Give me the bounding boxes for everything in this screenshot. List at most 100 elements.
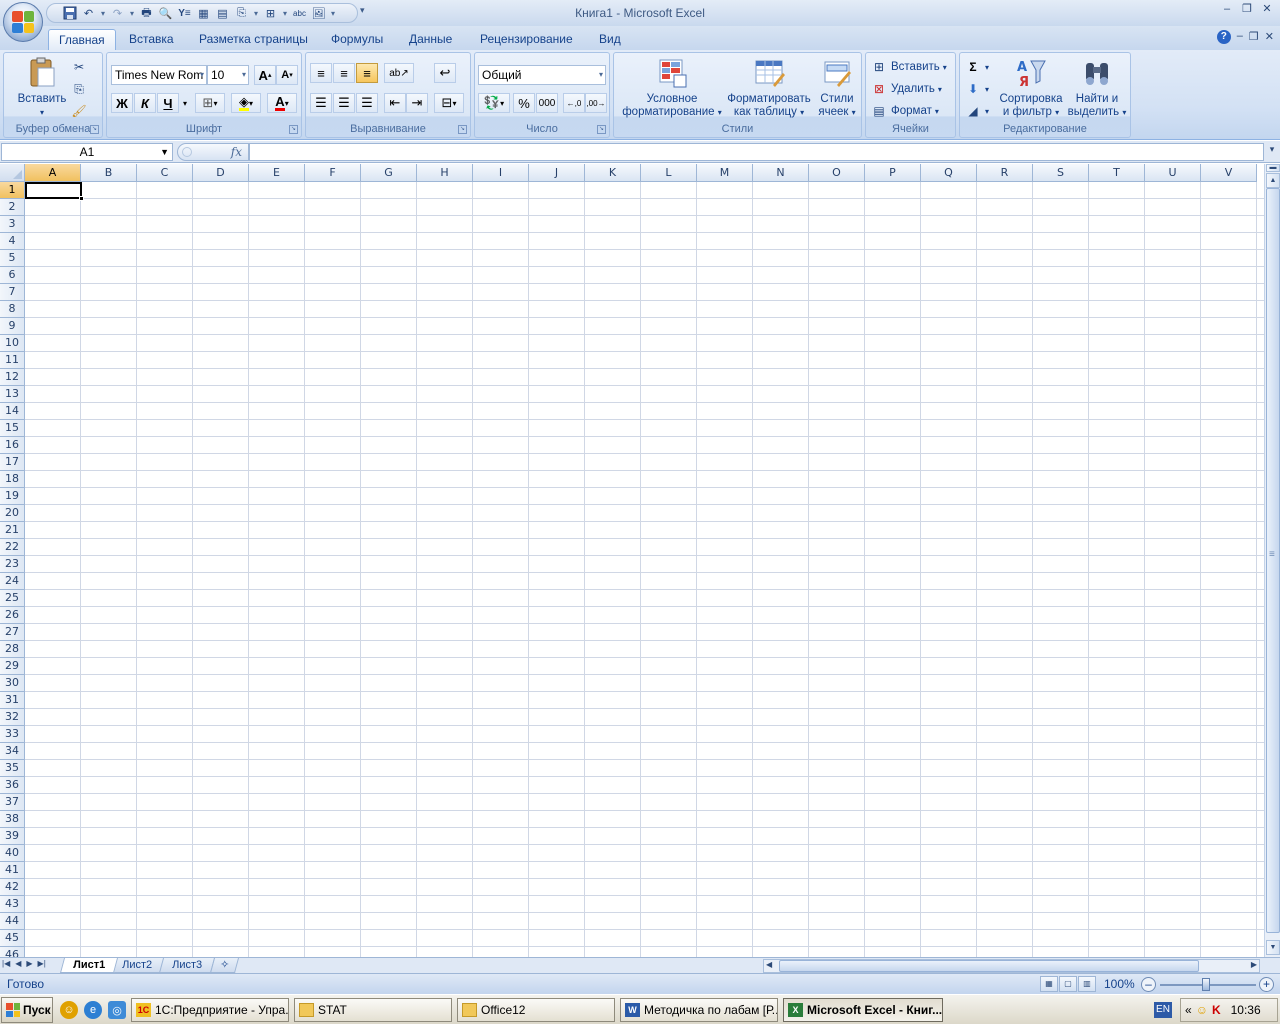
prev-sheet-icon[interactable]: ◀ — [15, 959, 21, 968]
language-indicator[interactable]: EN — [1154, 1002, 1172, 1018]
column-header[interactable]: F — [305, 164, 361, 182]
row-header[interactable]: 43 — [0, 896, 25, 913]
font-color-button[interactable]: A ▾ — [267, 93, 297, 113]
messenger-icon[interactable]: ☺ — [60, 1001, 78, 1019]
clear-dropdown-icon[interactable]: ▾ — [985, 107, 989, 116]
name-box[interactable]: A1 ▼ — [1, 143, 173, 161]
name-box-dropdown-icon[interactable]: ▼ — [160, 144, 169, 160]
autosum-dropdown-icon[interactable]: ▾ — [985, 63, 989, 72]
row-header[interactable]: 7 — [0, 284, 25, 301]
tab-insert[interactable]: Вставка — [119, 29, 184, 50]
bold-button[interactable]: Ж — [111, 93, 133, 113]
row-header[interactable]: 23 — [0, 556, 25, 573]
zoom-out-icon[interactable]: – — [1141, 977, 1156, 992]
column-header[interactable]: L — [641, 164, 697, 182]
row-header[interactable]: 38 — [0, 811, 25, 828]
percent-button[interactable]: % — [513, 93, 535, 113]
clear-button[interactable]: ◢ ▾ — [964, 101, 989, 121]
column-header[interactable]: E — [249, 164, 305, 182]
row-header[interactable]: 39 — [0, 828, 25, 845]
find-select-button[interactable]: Найти и выделить ▾ — [1066, 57, 1128, 119]
close-button[interactable]: ✕ — [1258, 2, 1276, 18]
fill-color-button[interactable]: ◈ ▾ — [231, 93, 261, 113]
zoom-in-icon[interactable]: + — [1259, 977, 1274, 992]
borders-button[interactable]: ⊞ ▾ — [195, 93, 225, 113]
copy-button[interactable]: ⎘ — [70, 79, 88, 99]
number-format-dropdown-icon[interactable]: ▾ — [599, 66, 603, 84]
row-header[interactable]: 40 — [0, 845, 25, 862]
row-header[interactable]: 19 — [0, 488, 25, 505]
font-name-dropdown-icon[interactable]: ▾ — [200, 66, 204, 84]
align-top-button[interactable]: ≡ — [310, 63, 332, 83]
browser-icon[interactable]: ◎ — [108, 1001, 126, 1019]
zoom-level[interactable]: 100% — [1104, 977, 1135, 991]
column-header[interactable]: S — [1033, 164, 1089, 182]
row-header[interactable]: 41 — [0, 862, 25, 879]
tab-review[interactable]: Рецензирование — [470, 29, 583, 50]
sort-dropdown-icon[interactable]: ▾ — [1055, 108, 1059, 117]
ribbon-minimize-icon[interactable]: – — [1237, 30, 1243, 44]
tray-antivirus-icon[interactable]: K — [1212, 1003, 1221, 1017]
italic-button[interactable]: К — [134, 93, 156, 113]
row-header[interactable]: 8 — [0, 301, 25, 318]
row-header[interactable]: 1 — [0, 182, 25, 199]
ribbon-restore-icon[interactable]: ❐ — [1249, 30, 1259, 44]
row-header[interactable]: 27 — [0, 624, 25, 641]
merge-center-button[interactable]: ⊟ ▾ — [434, 93, 464, 113]
column-header[interactable]: M — [697, 164, 753, 182]
column-header[interactable]: C — [137, 164, 193, 182]
zoom-slider-thumb[interactable] — [1202, 978, 1210, 991]
font-name-combo[interactable]: Times New Rom ▾ — [111, 65, 207, 85]
row-header[interactable]: 6 — [0, 267, 25, 284]
row-header[interactable]: 16 — [0, 437, 25, 454]
column-header[interactable]: K — [585, 164, 641, 182]
scroll-left-icon[interactable]: ◀ — [766, 960, 772, 969]
last-sheet-icon[interactable]: ▶| — [38, 959, 46, 968]
vertical-scrollbar[interactable]: ▬ ▲ ▼ — [1264, 164, 1280, 957]
decrease-indent-button[interactable]: ⇤ — [384, 93, 406, 113]
column-header[interactable]: U — [1145, 164, 1201, 182]
fill-dropdown-icon[interactable]: ▾ — [985, 85, 989, 94]
row-header[interactable]: 21 — [0, 522, 25, 539]
format-as-table-button[interactable]: Форматировать как таблицу ▾ — [724, 57, 814, 119]
start-button[interactable]: Пуск — [1, 997, 53, 1023]
insert-cells-button[interactable]: ⊞ Вставить ▾ — [870, 57, 947, 77]
column-header[interactable]: N — [753, 164, 809, 182]
insert-sheet-tab[interactable]: ✧ — [209, 958, 240, 973]
row-header[interactable]: 3 — [0, 216, 25, 233]
row-header[interactable]: 17 — [0, 454, 25, 471]
first-sheet-icon[interactable]: |◀ — [2, 959, 10, 968]
row-header[interactable]: 30 — [0, 675, 25, 692]
clipboard-launcher-icon[interactable]: ↘ — [90, 125, 99, 134]
conditional-dropdown-icon[interactable]: ▾ — [718, 108, 722, 117]
row-header[interactable]: 46 — [0, 947, 25, 957]
underline-button[interactable]: Ч — [157, 93, 179, 113]
formula-input[interactable] — [249, 143, 1264, 161]
row-header[interactable]: 5 — [0, 250, 25, 267]
currency-button[interactable]: 💱 ▾ — [478, 93, 510, 113]
format-cells-dropdown-icon[interactable]: ▾ — [935, 107, 939, 116]
page-layout-view-icon[interactable]: ▢ — [1059, 976, 1077, 992]
number-launcher-icon[interactable]: ↘ — [597, 125, 606, 134]
row-header[interactable]: 33 — [0, 726, 25, 743]
row-header[interactable]: 44 — [0, 913, 25, 930]
page-break-view-icon[interactable]: ▥ — [1078, 976, 1096, 992]
column-header[interactable]: P — [865, 164, 921, 182]
comma-style-button[interactable]: 000 — [536, 93, 558, 113]
font-launcher-icon[interactable]: ↘ — [289, 125, 298, 134]
row-header[interactable]: 14 — [0, 403, 25, 420]
scroll-down-icon[interactable]: ▼ — [1266, 940, 1280, 955]
find-dropdown-icon[interactable]: ▾ — [1122, 108, 1126, 117]
column-header[interactable]: D — [193, 164, 249, 182]
conditional-formatting-button[interactable]: Условное форматирование ▾ — [618, 57, 726, 119]
column-header[interactable]: A — [25, 164, 81, 182]
active-cell[interactable] — [25, 182, 82, 199]
orientation-button[interactable]: ab↗ — [384, 63, 414, 83]
scroll-up-icon[interactable]: ▲ — [1266, 173, 1280, 188]
cells-area[interactable] — [25, 182, 1264, 957]
row-header[interactable]: 2 — [0, 199, 25, 216]
row-header[interactable]: 31 — [0, 692, 25, 709]
sort-filter-button[interactable]: АЯ Сортировка и фильтр ▾ — [996, 57, 1066, 119]
column-header[interactable]: Q — [921, 164, 977, 182]
task-1c[interactable]: 1С 1С:Предприятие - Упра... — [131, 998, 289, 1022]
